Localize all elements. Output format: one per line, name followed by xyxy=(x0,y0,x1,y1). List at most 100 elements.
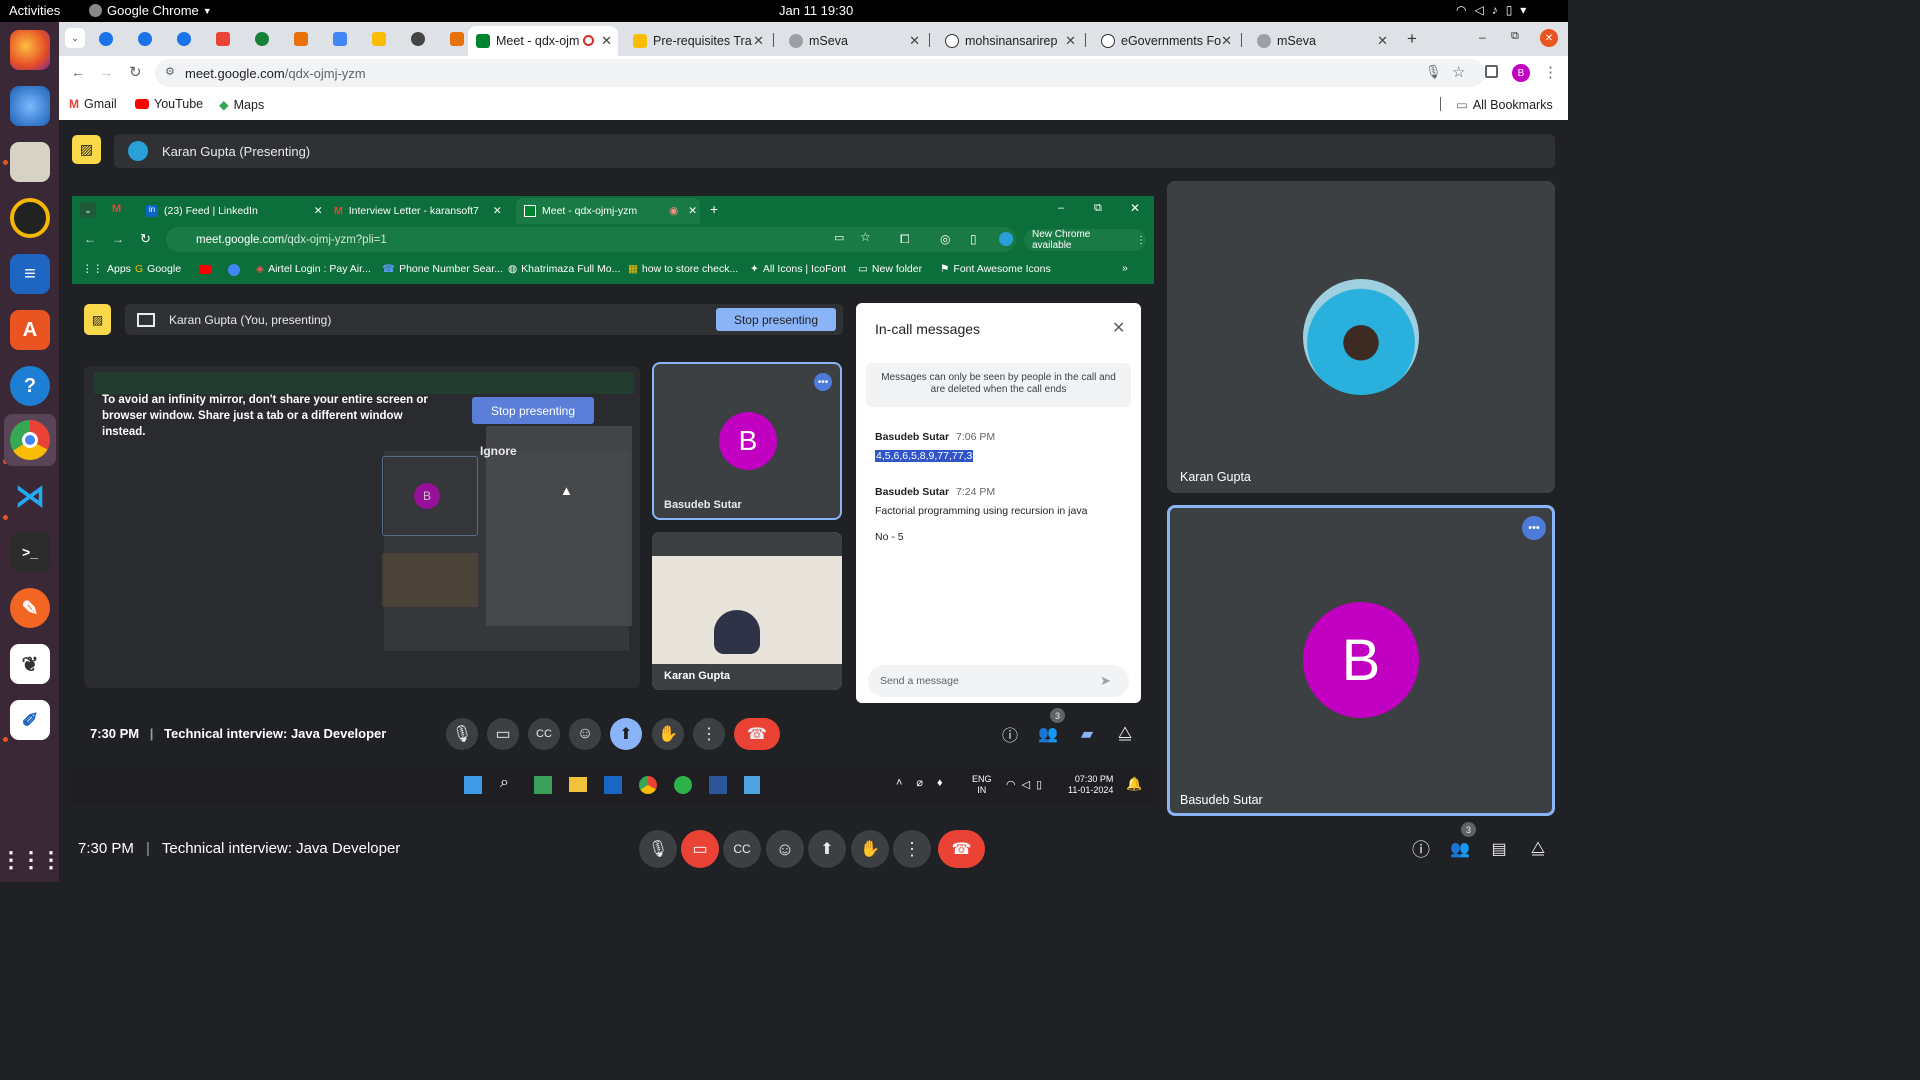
font-awesome-icon: ⚑ xyxy=(940,263,950,275)
clock[interactable]: Jan 11 19:30 xyxy=(779,3,853,18)
pinned-tab-icon[interactable] xyxy=(177,32,191,46)
more-options-button[interactable]: ⋮ xyxy=(893,830,931,868)
vscode-icon[interactable]: ⋊ xyxy=(10,476,50,516)
meeting-title: Technical interview: Java Developer xyxy=(161,840,401,857)
message-sender: Basudeb Sutar xyxy=(875,486,950,498)
help-icon[interactable]: ? xyxy=(10,366,50,406)
tab-mseva-2[interactable]: mSeva ✕ xyxy=(1249,26,1394,56)
raise-hand-button[interactable]: ✋ xyxy=(851,830,889,868)
url-host: meet.google.com xyxy=(196,233,285,246)
thunderbird-icon[interactable] xyxy=(10,86,50,126)
terminal-icon[interactable]: >_ xyxy=(10,532,50,572)
more-options-icon[interactable]: ••• xyxy=(1522,516,1546,540)
microphone-button[interactable]: 🎙 xyxy=(639,830,677,868)
address-bar[interactable]: ⚙ meet.google.com/qdx-ojmj-yzm 🎙 ☆ xyxy=(155,59,1485,87)
gimp-icon[interactable]: ❦ xyxy=(10,644,50,684)
microphone-icon[interactable]: 🎙 xyxy=(1425,64,1442,80)
firefox-icon[interactable] xyxy=(10,30,50,70)
url-host: meet.google.com xyxy=(185,65,285,81)
people-count-badge: 3 xyxy=(1050,708,1065,723)
tab-egovernments[interactable]: eGovernments Fo ✕ xyxy=(1093,26,1238,56)
people-button[interactable]: 👥 xyxy=(1441,830,1479,868)
writer-icon[interactable]: ≡ xyxy=(10,254,50,294)
close-tab-icon[interactable]: ✕ xyxy=(753,33,764,49)
gmail-tab-icon[interactable] xyxy=(216,32,230,46)
leave-call-button[interactable]: ☎ xyxy=(938,830,985,868)
tab-prerequisites[interactable]: Pre-requisites Tra ✕ xyxy=(625,26,770,56)
participant-tile-basudeb: ••• B Basudeb Sutar xyxy=(652,362,842,520)
pinned-tab-icon[interactable] xyxy=(333,32,347,46)
back-arrow-icon[interactable]: ← xyxy=(71,64,85,80)
reload-icon: ↻ xyxy=(140,231,151,246)
tab-label: Meet - qdx-ojm xyxy=(496,34,580,48)
close-tab-icon[interactable]: ✕ xyxy=(1377,33,1388,49)
url-path: /qdx-ojmj-yzm?pli=1 xyxy=(284,233,387,246)
bookmark-maps[interactable]: ◆ Maps xyxy=(219,97,264,113)
pinned-tab-icon[interactable] xyxy=(255,32,269,46)
bookmark-label: Phone Number Sear... xyxy=(399,263,503,275)
side-panel-icon[interactable] xyxy=(1485,65,1498,78)
reload-icon[interactable]: ↻ xyxy=(129,63,142,81)
camera-off-button[interactable]: ▭ xyxy=(681,830,719,868)
tab-label: mSeva xyxy=(1277,34,1316,48)
tab-github[interactable]: mohsinansarirep ✕ xyxy=(937,26,1082,56)
participant-tile-karan-gupta[interactable]: Karan Gupta xyxy=(1167,181,1555,493)
restore-button[interactable]: ⧉ xyxy=(1511,30,1519,43)
minimize-button[interactable]: – xyxy=(1479,30,1486,44)
close-tab-icon[interactable]: ✕ xyxy=(601,33,612,49)
captions-button[interactable]: CC xyxy=(723,830,761,868)
presentation-icon[interactable]: ▨ xyxy=(72,135,101,164)
pinned-tab-icon[interactable] xyxy=(450,32,464,46)
profile-avatar[interactable]: B xyxy=(1512,64,1530,82)
color-picker-icon[interactable]: ✎ xyxy=(10,588,50,628)
close-window-button[interactable]: ✕ xyxy=(1540,29,1558,47)
linkedin-icon: in xyxy=(146,205,158,217)
pinned-tab-icon[interactable] xyxy=(294,32,308,46)
bookmark-youtube[interactable]: YouTube xyxy=(135,97,203,111)
chrome-menu-icon[interactable]: ⋮ xyxy=(1543,63,1558,81)
close-tab-icon[interactable]: ✕ xyxy=(1221,33,1232,49)
activities-icon: ⧋ xyxy=(1117,725,1133,742)
pinned-tab-icon[interactable] xyxy=(411,32,425,46)
files-icon[interactable] xyxy=(10,142,50,182)
info-button[interactable]: ⓘ xyxy=(1402,830,1440,868)
tab-search-button[interactable]: ⌄ xyxy=(65,28,85,48)
emoji-button[interactable]: ☺ xyxy=(766,830,804,868)
network-sound-battery-icons: ◠◁▯ xyxy=(1006,779,1049,791)
participant-video xyxy=(714,610,760,654)
app-center-icon[interactable]: A xyxy=(10,310,50,350)
chat-icon: ▰ xyxy=(1080,726,1094,743)
windows-taskbar: ⌕ ˄⌀♦ ENG IN ◠◁▯ 07:30 PM 11-01-2024 🔔 xyxy=(72,768,1154,804)
present-button[interactable]: ⬆ xyxy=(808,830,846,868)
tab-meet[interactable]: Meet - qdx-ojm ✕ xyxy=(468,26,618,56)
avatar: B xyxy=(719,412,777,470)
message-time: 7:24 PM xyxy=(956,486,996,498)
rhythmbox-icon[interactable] xyxy=(10,198,50,238)
site-info-icon[interactable]: ⚙ xyxy=(165,65,175,78)
close-tab-icon[interactable]: ✕ xyxy=(909,33,920,49)
tab-mseva[interactable]: mSeva ✕ xyxy=(781,26,926,56)
pinned-tab-icon[interactable] xyxy=(138,32,152,46)
new-tab-button[interactable]: + xyxy=(1407,29,1417,49)
all-bookmarks-button[interactable]: ▭ All Bookmarks xyxy=(1456,97,1553,113)
pinned-tab-icon[interactable] xyxy=(372,32,386,46)
participant-tile-basudeb-sutar[interactable]: ••• B Basudeb Sutar xyxy=(1167,505,1555,816)
shared-tab: M Interview Letter - karansoft7 ✕ xyxy=(334,198,502,224)
meeting-details[interactable]: 7:30 PM | Technical interview: Java Deve… xyxy=(78,840,400,857)
chrome-dock-icon[interactable] xyxy=(10,420,50,460)
mirror-warning: To avoid an infinity mirror, don't share… xyxy=(102,394,428,438)
activities-button[interactable]: ⧋ xyxy=(1519,830,1557,868)
bookmark-label: Airtel Login : Pay Air... xyxy=(268,263,371,275)
chat-button[interactable]: ▤ xyxy=(1480,830,1518,868)
activities-button[interactable]: Activities xyxy=(9,3,60,18)
forward-arrow-icon[interactable]: → xyxy=(99,64,113,80)
pinned-tab-icon[interactable] xyxy=(99,32,113,46)
bookmark-star-icon[interactable]: ☆ xyxy=(1452,63,1465,81)
show-apps-icon[interactable]: ⋮⋮⋮ xyxy=(0,840,62,880)
bookmark-gmail[interactable]: M Gmail xyxy=(69,97,117,111)
url-path: /qdx-ojmj-yzm xyxy=(284,65,366,81)
text-editor-icon[interactable]: ✐ xyxy=(10,700,50,740)
close-tab-icon[interactable]: ✕ xyxy=(1065,33,1076,49)
system-status-icons[interactable]: ◠◁♪▯▾ xyxy=(1456,3,1534,17)
app-menu[interactable]: Google Chrome ▼ xyxy=(89,3,212,18)
